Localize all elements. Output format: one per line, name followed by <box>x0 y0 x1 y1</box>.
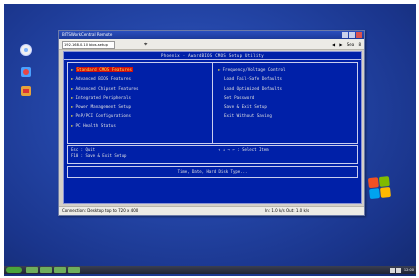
toolbar-item-search[interactable]: Sea <box>347 40 354 50</box>
help-arrows: ↑ ↓ → ← : Select Item <box>218 147 269 152</box>
address-field[interactable]: 192.168.0.10 bios-setup <box>62 41 115 49</box>
bios-menu-item[interactable]: Save & Exit Setup <box>218 102 358 111</box>
bios-menu-item-label: Exit Without Saving <box>224 113 272 119</box>
submenu-arrow-icon: ► <box>71 122 74 128</box>
bios-menu-item-label: Save & Exit Setup <box>224 104 267 110</box>
bios-menu-item[interactable]: ► Power Management Setup <box>71 102 211 111</box>
submenu-arrow-icon: ► <box>218 67 221 72</box>
submenu-arrow-icon: ► <box>71 113 74 119</box>
bios-menu-item[interactable]: Load Optimized Defaults <box>218 84 358 93</box>
bios-menu-item[interactable]: ► PnP/PCI Configurations <box>71 111 211 120</box>
forward-button[interactable]: ▶ <box>339 40 342 50</box>
bios-menu-item[interactable]: Load Fail-Safe Defaults <box>218 74 358 83</box>
taskbar: 12:00 <box>4 266 416 274</box>
bios-status-line: Time, Date, Hard Disk Type... <box>67 166 358 178</box>
help-f10: F10 : Save & Exit Setup <box>71 153 127 158</box>
toolbar-item-settings[interactable]: 8 <box>358 40 361 50</box>
bios-column-divider <box>212 63 213 143</box>
taskbar-button-4[interactable] <box>68 267 80 273</box>
window-title: BITSWorkCentral Remote <box>62 32 113 37</box>
bios-menu-item-label: Standard CMOS Features <box>75 67 133 72</box>
submenu-arrow-icon: ► <box>71 85 74 91</box>
taskbar-button-3[interactable] <box>54 267 66 273</box>
bios-menu-item-label: PC Health Status <box>75 122 116 128</box>
bios-menu-item-label: Load Optimized Defaults <box>224 85 282 91</box>
submenu-arrow-icon: ► <box>71 104 74 110</box>
remote-desktop-window[interactable]: BITSWorkCentral Remote 192.168.0.10 bios… <box>58 30 365 216</box>
close-button[interactable] <box>356 32 362 38</box>
tray-icon[interactable] <box>395 267 401 273</box>
bios-header: Phoenix - AwardBIOS CMOS Setup Utility <box>64 52 361 60</box>
bios-screen[interactable]: Phoenix - AwardBIOS CMOS Setup Utility ►… <box>63 51 362 204</box>
bios-menu-item[interactable]: ► Integrated Peripherals <box>71 93 211 102</box>
start-button[interactable] <box>6 267 22 273</box>
desktop-icon-folder[interactable] <box>21 86 31 96</box>
windows-logo-icon <box>367 176 392 200</box>
bios-menu-item-label: Integrated Peripherals <box>75 94 131 100</box>
mouse-cursor-icon: ⌖ <box>144 41 148 48</box>
taskbar-button-1[interactable] <box>26 267 38 273</box>
desktop: BITSWorkCentral Remote 192.168.0.10 bios… <box>4 4 416 276</box>
taskbar-button-2[interactable] <box>40 267 52 273</box>
bios-menu-item[interactable]: ► Advanced Chipset Features <box>71 84 211 93</box>
bios-menu-left: ► Standard CMOS Features ► Advanced BIOS Fe… <box>71 65 211 130</box>
minimize-button[interactable] <box>342 32 348 38</box>
bios-menu-item[interactable]: ► Advanced BIOS Features <box>71 74 211 83</box>
window-statusbar: Connection: Desktop top to 720 x 400 In:… <box>59 206 364 215</box>
desktop-icon-network[interactable] <box>21 45 31 55</box>
bios-menu: ► Standard CMOS Features ► Advanced BIOS Fe… <box>67 62 358 144</box>
bios-menu-item[interactable]: Exit Without Saving <box>218 111 358 120</box>
maximize-button[interactable] <box>349 32 355 38</box>
back-button[interactable]: ◀ <box>332 40 335 50</box>
bios-menu-item[interactable]: Set Password <box>218 93 358 102</box>
desktop-icon-browser[interactable] <box>21 67 31 77</box>
tray-icon[interactable] <box>389 267 395 273</box>
submenu-arrow-icon: ► <box>71 76 74 82</box>
submenu-arrow-icon: ► <box>71 67 74 72</box>
bios-menu-item-label: Advanced Chipset Features <box>75 85 139 91</box>
bios-menu-item[interactable]: ► Standard CMOS Features <box>71 65 211 74</box>
bios-menu-item-label: Frequency/Voltage Control <box>222 67 286 72</box>
bios-menu-item[interactable]: ► PC Health Status <box>71 121 211 130</box>
bios-menu-item-label: Load Fail-Safe Defaults <box>224 76 282 82</box>
bios-help-panel: Esc : Quit F10 : Save & Exit Setup ↑ ↓ →… <box>67 145 358 164</box>
bios-menu-item-label: Power Management Setup <box>75 104 131 110</box>
connection-status: Connection: Desktop top to 720 x 400 <box>62 208 139 213</box>
bios-menu-right: ► Frequency/Voltage Control Load Fail-Safe… <box>218 65 358 121</box>
bios-menu-item[interactable]: ► Frequency/Voltage Control <box>218 65 358 74</box>
bios-menu-item-label: PnP/PCI Configurations <box>75 113 131 119</box>
bios-menu-item-label: Advanced BIOS Features <box>75 76 131 82</box>
tray-clock[interactable]: 12:00 <box>404 268 414 272</box>
submenu-arrow-icon: ► <box>71 94 74 100</box>
window-titlebar[interactable]: BITSWorkCentral Remote <box>59 31 364 39</box>
bios-menu-item-label: Set Password <box>224 94 255 100</box>
transfer-status: In: 1.0 k/s Out: 1.0 k/s <box>265 208 310 213</box>
system-tray: 12:00 <box>389 267 414 273</box>
window-toolbar: 192.168.0.10 bios-setup ⌖ ◀ ▶ Sea 8 <box>59 39 364 50</box>
